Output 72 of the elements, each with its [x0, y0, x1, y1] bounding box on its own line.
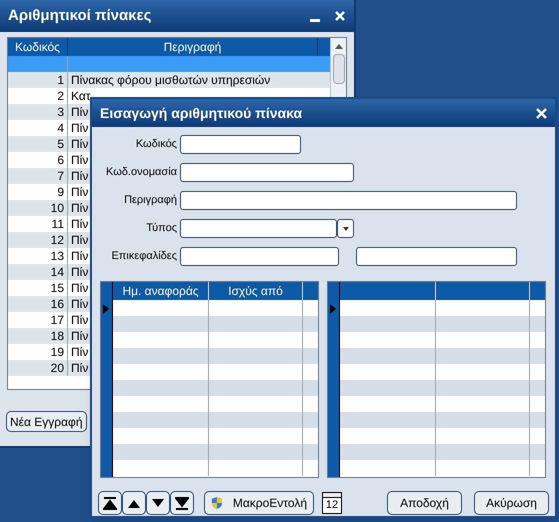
table-cell: 6 — [57, 153, 64, 167]
table-cell: Πίν — [71, 185, 88, 199]
accept-button[interactable]: Αποδοχή — [387, 491, 462, 515]
last-icon — [175, 496, 189, 510]
table-cell: Πίν — [71, 169, 88, 183]
table-cell: 15 — [50, 281, 64, 295]
field-label: Τύπος — [146, 222, 177, 234]
dialog-title: Εισαγωγή αριθμητικού πίνακα — [100, 104, 304, 123]
table-cell: Πίν — [71, 121, 88, 135]
field-label: Κωδ.ονομασία — [106, 166, 177, 178]
table-cell: Πίν — [71, 265, 88, 279]
table-cell: Πίν — [71, 217, 88, 231]
close-icon — [536, 108, 547, 118]
window-title: Αριθμητικοί πίνακες — [8, 6, 152, 26]
table-cell: 11 — [52, 217, 64, 231]
table-cell: Κατ — [71, 89, 91, 103]
cancel-button[interactable]: Ακύρωση — [474, 491, 549, 515]
first-icon — [103, 496, 117, 510]
table-cell: Πίν — [71, 201, 88, 215]
input-field[interactable] — [180, 163, 354, 182]
table-cell: 7 — [57, 169, 64, 183]
table-cell: Πίν — [71, 329, 88, 343]
table-cell: Πίν — [71, 361, 88, 375]
input-field[interactable] — [180, 191, 517, 210]
table-cell: Πίν — [71, 137, 88, 151]
table-cell: Πίν — [71, 249, 88, 263]
table-cell: 16 — [50, 297, 64, 311]
scroll-up-icon — [334, 43, 342, 49]
macro-button[interactable]: ΜακροΕντολή — [204, 491, 314, 515]
field-label: Επικεφαλίδες — [111, 250, 177, 262]
previous-record-button[interactable] — [122, 491, 146, 515]
table-cell: 9 — [57, 185, 64, 199]
table-cell: Πίν — [71, 233, 88, 247]
table-cell: 13 — [50, 249, 64, 263]
close-icon — [334, 10, 346, 22]
table-cell: 2 — [57, 89, 64, 103]
new-record-button[interactable]: Νέα Εγγραφή — [6, 411, 87, 432]
table-cell: 1 — [57, 73, 64, 87]
calendar-icon[interactable]: 12 — [322, 492, 342, 514]
caret-icon — [342, 226, 348, 230]
table-cell: 3 — [57, 105, 64, 119]
table-cell: 18 — [50, 329, 64, 343]
table-cell: Πίν — [71, 345, 88, 359]
table-cell: 5 — [57, 137, 64, 151]
column-header: Ημ. αναφοράς — [122, 284, 199, 298]
scroll-thumb[interactable] — [332, 54, 344, 84]
table-cell: Πίν — [71, 281, 88, 295]
table-cell: Πίνακας φόρου μισθωτών υπηρεσιών — [71, 73, 270, 87]
next-record-button[interactable] — [146, 491, 170, 515]
column-header: Ισχύς από — [228, 284, 283, 298]
input-field[interactable] — [180, 247, 339, 266]
table-cell: Πίν — [71, 153, 88, 167]
last-record-button[interactable] — [170, 491, 194, 515]
dropdown-field[interactable] — [180, 219, 337, 238]
field-label: Κωδικός — [136, 138, 177, 150]
table-cell: 10 — [50, 201, 64, 215]
table-cell: 4 — [57, 121, 64, 135]
table-cell: 12 — [50, 233, 64, 247]
field-label: Περιγραφή — [124, 194, 177, 206]
first-record-button[interactable] — [98, 491, 122, 515]
shield-icon — [211, 495, 223, 511]
input-field[interactable] — [180, 135, 301, 154]
table-cell: Πίν — [71, 297, 88, 311]
table-cell: Πίν — [71, 105, 88, 119]
table-cell: 14 — [50, 265, 64, 279]
table-row[interactable]: 1 Πίνακας φόρου μισθωτών υπηρεσιών — [8, 72, 330, 88]
table-cell: 19 — [50, 345, 64, 359]
dropdown-button[interactable] — [337, 219, 354, 238]
input-field[interactable] — [356, 247, 517, 266]
table-cell: 20 — [50, 361, 64, 375]
table-cell: 17 — [50, 313, 64, 327]
table-cell: Πίν — [71, 313, 88, 327]
